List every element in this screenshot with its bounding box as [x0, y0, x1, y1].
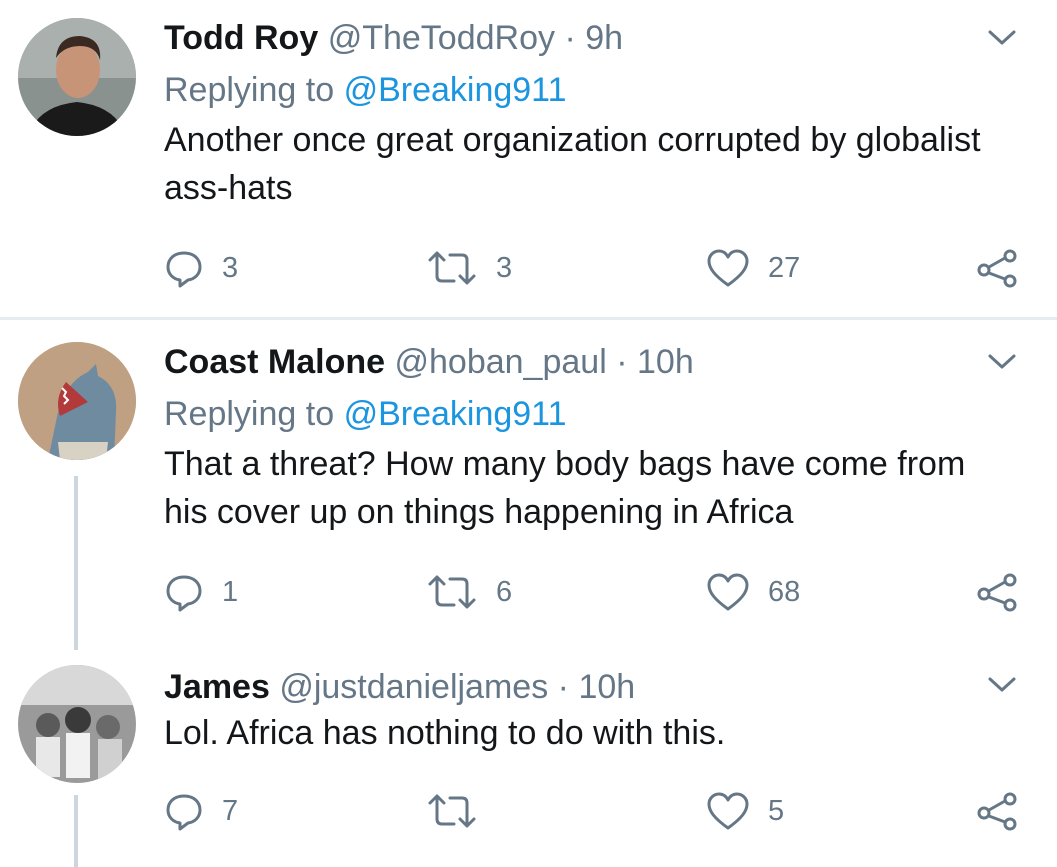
retweet-button[interactable]	[426, 791, 496, 831]
reply-count: 3	[222, 251, 239, 284]
reply-button[interactable]: 1	[164, 572, 238, 612]
display-name[interactable]: Todd Roy	[164, 19, 318, 57]
like-count: 68	[768, 575, 801, 608]
tweet-header: Coast Malone @hoban_paul · 10h	[164, 342, 987, 382]
user-handle[interactable]: @hoban_paul	[395, 343, 607, 381]
tweet-2[interactable]: Coast Malone @hoban_paul · 10h Replying …	[0, 320, 1057, 650]
timestamp[interactable]: 10h	[578, 668, 635, 706]
replying-prefix: Replying to	[164, 71, 335, 109]
replying-to: Replying to @Breaking911	[164, 394, 987, 434]
avatar[interactable]	[18, 342, 136, 460]
like-icon	[707, 792, 749, 830]
tweet-text: That a threat? How many body bags have c…	[164, 445, 966, 531]
display-name[interactable]: Coast Malone	[164, 343, 385, 381]
display-name[interactable]: James	[164, 668, 270, 706]
thread-line	[74, 795, 78, 867]
tweet-actions: 1 6 68	[164, 572, 1024, 612]
tweet-text: Lol. Africa has nothing to do with this.	[164, 714, 726, 752]
timestamp[interactable]: 9h	[585, 19, 623, 57]
thread-line	[74, 476, 78, 650]
separator-dot: ·	[616, 343, 628, 381]
separator-dot: ·	[557, 668, 569, 706]
share-icon	[977, 249, 1017, 288]
replying-to: Replying to @Breaking911	[164, 70, 987, 110]
like-icon	[707, 249, 749, 287]
like-count: 27	[768, 251, 801, 284]
reply-icon	[166, 251, 202, 288]
like-button[interactable]: 27	[706, 248, 800, 288]
reply-count: 7	[222, 794, 239, 827]
share-button[interactable]	[976, 791, 1018, 831]
retweet-count: 3	[496, 251, 513, 284]
like-button[interactable]: 68	[706, 572, 800, 612]
reply-button[interactable]: 7	[164, 791, 238, 831]
tweet-1[interactable]: Todd Roy @TheToddRoy · 9h Replying to @B…	[0, 0, 1057, 318]
tweet-text: Another once great organization corrupte…	[164, 121, 981, 207]
separator-dot: ·	[564, 19, 576, 57]
like-button[interactable]: 5	[706, 791, 784, 831]
mention-link[interactable]: @Breaking911	[344, 395, 567, 433]
replying-prefix: Replying to	[164, 395, 335, 433]
tweet-actions: 3 3 27	[164, 248, 1024, 288]
tweet-header: James @justdanieljames · 10h	[164, 667, 987, 707]
retweet-button[interactable]: 6	[426, 572, 512, 612]
avatar[interactable]	[18, 665, 136, 783]
avatar[interactable]	[18, 18, 136, 136]
retweet-button[interactable]: 3	[426, 248, 512, 288]
chevron-down-icon[interactable]	[987, 28, 1017, 48]
like-count: 5	[768, 794, 785, 827]
tweet-3[interactable]: James @justdanieljames · 10h Lol. Africa…	[0, 645, 1057, 867]
share-icon	[977, 792, 1017, 831]
user-handle[interactable]: @TheToddRoy	[328, 19, 555, 57]
reply-icon	[166, 575, 202, 612]
reply-icon	[166, 794, 202, 831]
retweet-icon	[428, 794, 476, 828]
like-icon	[707, 573, 749, 611]
share-icon	[977, 573, 1017, 612]
share-button[interactable]	[976, 572, 1018, 612]
timestamp[interactable]: 10h	[637, 343, 694, 381]
tweet-actions: 7 5	[164, 791, 1024, 831]
retweet-icon	[428, 575, 476, 609]
retweet-icon	[428, 251, 476, 285]
user-handle[interactable]: @justdanieljames	[279, 668, 548, 706]
reply-count: 1	[222, 575, 239, 608]
chevron-down-icon[interactable]	[987, 675, 1017, 695]
share-button[interactable]	[976, 248, 1018, 288]
retweet-count: 6	[496, 575, 513, 608]
mention-link[interactable]: @Breaking911	[344, 71, 567, 109]
tweet-header: Todd Roy @TheToddRoy · 9h	[164, 18, 987, 58]
chevron-down-icon[interactable]	[987, 352, 1017, 372]
reply-button[interactable]: 3	[164, 248, 238, 288]
